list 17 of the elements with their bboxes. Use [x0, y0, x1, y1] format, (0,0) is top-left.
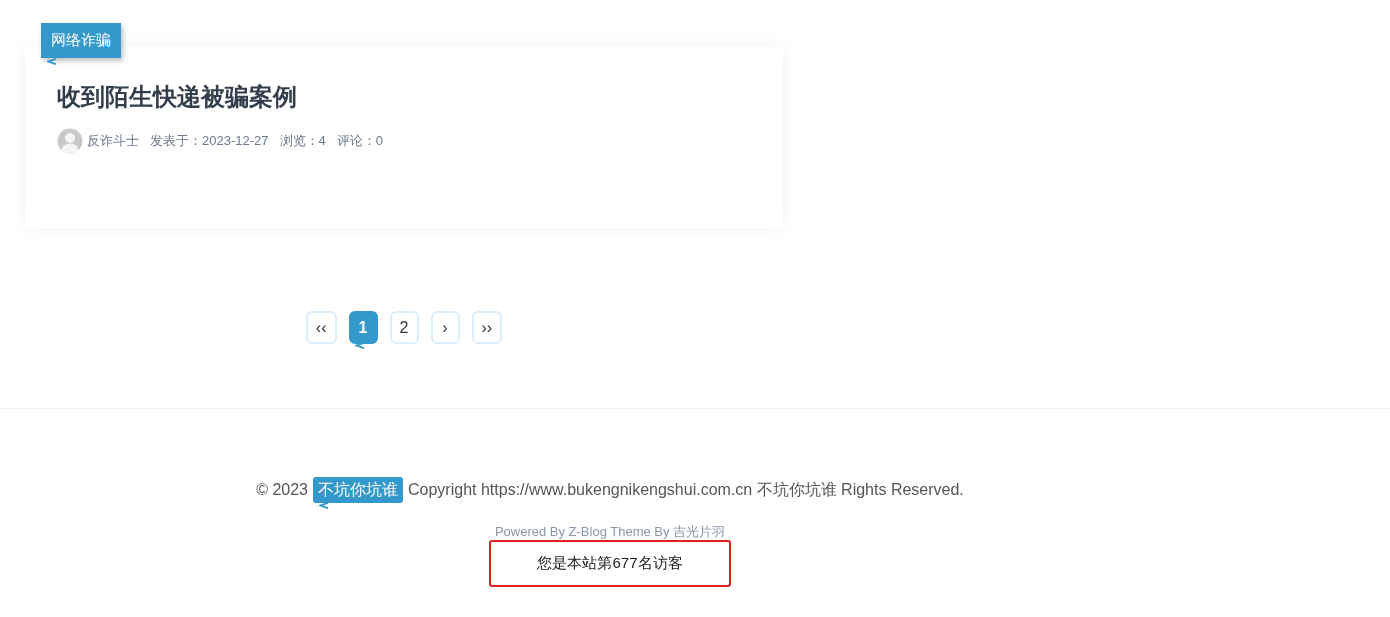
- copyright-text: Copyright https://www.bukengnikengshui.com.cn 不坑你坑谁 Rights Reserved.: [408, 480, 964, 500]
- powered-by-text: Powered By Z-Blog Theme By 吉光片羽: [494, 524, 726, 540]
- page-button[interactable]: 2: [389, 311, 419, 344]
- post-meta: 浏览：4: [279, 132, 326, 151]
- post-title[interactable]: 收到陌生快递被骗案例: [57, 82, 783, 112]
- author-name[interactable]: 反诈斗士: [87, 131, 139, 151]
- page-button[interactable]: ‹‹: [305, 311, 337, 344]
- post-meta: 发表于：2023-12-27: [150, 132, 269, 151]
- copyright-year: © 2023: [256, 480, 308, 500]
- page-button[interactable]: ›: [430, 311, 460, 344]
- post-meta: 评论：0: [336, 132, 383, 151]
- visitor-counter: 您是本站第677名访客: [489, 540, 731, 587]
- tail-icon: [319, 502, 329, 509]
- tail-icon: [354, 342, 365, 349]
- tail-icon: [47, 58, 57, 65]
- page-button[interactable]: ››: [471, 311, 503, 344]
- avatar-icon: [57, 128, 83, 154]
